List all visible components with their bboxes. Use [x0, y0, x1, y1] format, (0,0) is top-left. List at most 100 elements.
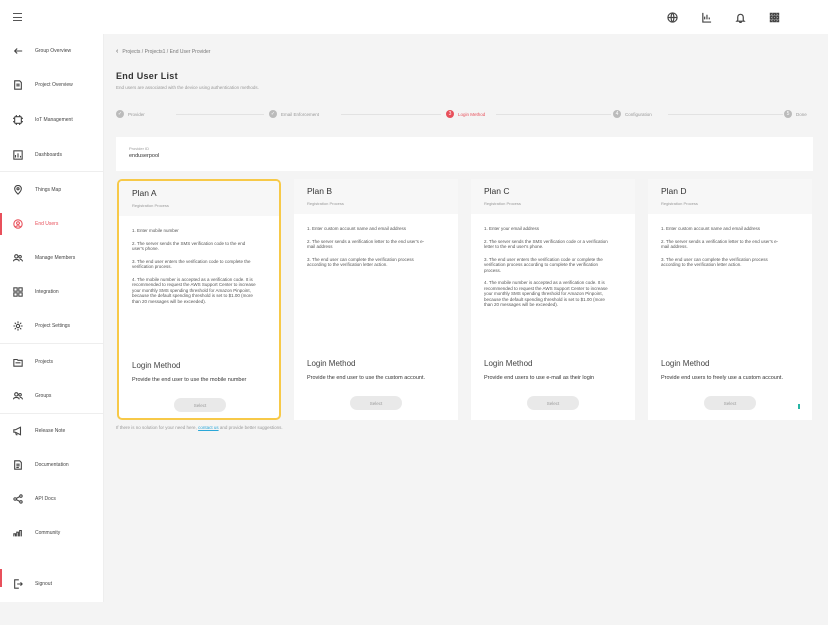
select-plan-d-button[interactable]: Select: [704, 396, 756, 410]
plan-header: Plan C Registration Process: [471, 179, 635, 214]
page-title: End User List: [116, 71, 178, 81]
plan-step: 2. The server sends a verification lette…: [661, 238, 779, 250]
sidebar-item-project-settings[interactable]: Project Settings: [0, 311, 104, 341]
step-label: Provider: [128, 111, 145, 117]
map-pin-icon: [11, 183, 25, 197]
document-icon: [11, 458, 25, 472]
sidebar-item-release-note[interactable]: Release Note: [0, 416, 104, 446]
help-note-text: and provide better suggestions.: [219, 425, 283, 430]
plan-name: Plan A: [132, 188, 157, 198]
plan-step: 2. The server sends the SMS verification…: [484, 238, 608, 250]
step-connector: [496, 114, 611, 115]
sidebar-item-label: Signout: [35, 581, 52, 587]
plan-steps: 1. Enter custom account name and email a…: [307, 226, 432, 275]
sidebar-divider: [0, 343, 104, 344]
sidebar-item-things-map[interactable]: Things Map: [0, 175, 104, 205]
sidebar-item-label: End Users: [35, 221, 59, 227]
plan-header: Plan D Registration Process: [648, 179, 812, 214]
megaphone-icon: [11, 424, 25, 438]
sidebar-item-iot-management[interactable]: IoT Management: [0, 105, 104, 135]
projects-icon: [11, 355, 25, 369]
chevron-left-icon[interactable]: ‹: [116, 48, 118, 55]
sidebar-item-signout[interactable]: Signout: [0, 569, 104, 599]
breadcrumb: ‹ Projects / Projects1 / End User Provid…: [116, 48, 210, 55]
sidebar-item-end-users[interactable]: End Users: [0, 209, 104, 239]
contact-us-link[interactable]: contact us: [198, 425, 219, 430]
sidebar-item-label: Group Overview: [35, 48, 72, 54]
sidebar-item-documentation[interactable]: Documentation: [0, 450, 104, 480]
plan-subtitle: Registration Process: [132, 203, 169, 208]
dashboard-icon: [11, 148, 25, 162]
login-method-description: Provide the end user to use the mobile n…: [132, 377, 247, 383]
step-number: 5: [784, 110, 792, 118]
file-icon: [11, 78, 25, 92]
sidebar-item-community[interactable]: Community: [0, 518, 104, 548]
step-login-method: 3 Login Method: [446, 110, 485, 118]
plan-step: 1. Enter mobile number: [132, 228, 179, 233]
sidebar-item-label: Project Settings: [35, 323, 71, 329]
provider-id-field[interactable]: Provider ID enduserpool: [116, 137, 813, 171]
plan-card-c[interactable]: Plan C Registration Process 1. Enter you…: [471, 179, 635, 420]
help-note-text: If there is no solution for your need he…: [116, 425, 197, 430]
hamburger-menu-icon[interactable]: [13, 13, 22, 21]
plan-step: 4. The mobile number is accepted as a ve…: [484, 280, 608, 307]
stepper: ✓ Provider ✓ Email Enforcement 3 Login M…: [116, 110, 814, 120]
plan-card-b[interactable]: Plan B Registration Process 1. Enter cus…: [294, 179, 458, 420]
step-email-enforcement: ✓ Email Enforcement: [269, 110, 319, 118]
sidebar: Group Overview Project Overview IoT Mana…: [0, 34, 104, 602]
sidebar-item-group-overview[interactable]: Group Overview: [0, 36, 104, 66]
sidebar-item-api-docs[interactable]: API Docs: [0, 484, 104, 514]
groups-icon: [11, 389, 25, 403]
sidebar-item-manage-members[interactable]: Manage Members: [0, 243, 104, 273]
tasks-icon[interactable]: [700, 11, 712, 23]
apps-grid-icon[interactable]: [768, 11, 780, 23]
select-plan-c-button[interactable]: Select: [527, 396, 579, 410]
sidebar-item-dashboards[interactable]: Dashboards: [0, 140, 104, 170]
login-method-description: Provide end users to use e-mail as their…: [484, 375, 595, 381]
plan-step: 3. The end user enters the verification …: [484, 256, 603, 273]
login-method-description: Provide end users to freely use a custom…: [661, 375, 783, 381]
plan-step: 3. The end user can complete the verific…: [307, 256, 414, 268]
step-label: Done: [796, 111, 807, 117]
plan-step: 1. Enter custom account name and email a…: [661, 226, 761, 231]
login-method-title: Login Method: [661, 359, 710, 368]
members-icon: [11, 251, 25, 265]
plan-subtitle: Registration Process: [661, 201, 698, 206]
sidebar-item-label: Dashboards: [35, 152, 62, 158]
sidebar-item-label: Documentation: [35, 462, 69, 468]
sidebar-item-label: Project Overview: [35, 82, 73, 88]
plan-name: Plan D: [661, 186, 687, 196]
sidebar-divider: [0, 171, 104, 172]
settings-icon: [11, 319, 25, 333]
sidebar-item-label: Community: [35, 530, 61, 536]
plan-step: 3. The end user can complete the verific…: [661, 256, 768, 268]
select-plan-b-button[interactable]: Select: [350, 396, 402, 410]
sidebar-item-project-overview[interactable]: Project Overview: [0, 70, 104, 100]
step-label: Login Method: [458, 111, 486, 117]
check-icon: ✓: [269, 110, 277, 118]
sidebar-item-label: IoT Management: [35, 117, 73, 123]
plan-subtitle: Registration Process: [484, 201, 521, 206]
field-value: enduserpool: [129, 153, 160, 159]
plan-step: 1. Enter your email address: [484, 226, 540, 231]
bell-icon[interactable]: [734, 11, 746, 23]
integration-icon: [11, 285, 25, 299]
sidebar-item-groups[interactable]: Groups: [0, 381, 104, 411]
step-provider: ✓ Provider: [116, 110, 145, 118]
globe-icon[interactable]: [666, 11, 678, 23]
sidebar-item-label: Integration: [35, 289, 59, 295]
breadcrumb-path[interactable]: Projects / Projects1 / End User Provider: [122, 49, 210, 55]
plan-card-a[interactable]: Plan A Registration Process 1. Enter mob…: [117, 179, 281, 420]
step-connector: [341, 114, 441, 115]
check-icon: ✓: [116, 110, 124, 118]
signout-icon: [11, 577, 25, 591]
login-method-title: Login Method: [307, 359, 356, 368]
plan-card-d[interactable]: Plan D Registration Process 1. Enter cus…: [648, 179, 812, 420]
plan-step: 2. The server sends a verification lette…: [307, 238, 425, 250]
sidebar-item-integration[interactable]: Integration: [0, 277, 104, 307]
plan-subtitle: Registration Process: [307, 201, 344, 206]
plan-name: Plan B: [307, 186, 333, 196]
sidebar-item-projects[interactable]: Projects: [0, 347, 104, 377]
select-plan-a-button[interactable]: Select: [174, 398, 226, 412]
step-label: Configuration: [625, 111, 652, 117]
